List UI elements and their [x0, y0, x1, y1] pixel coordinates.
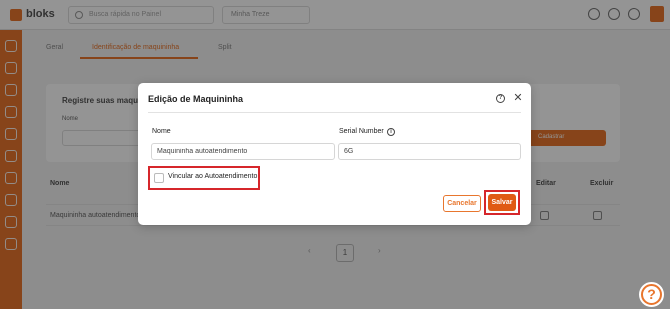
link-autoservice-highlight: Vincular ao Autoatendimento	[148, 166, 260, 190]
edit-machine-modal: Edição de Maquininha ? ✕ Nome Serial Num…	[138, 83, 531, 225]
modal-title: Edição de Maquininha	[148, 94, 244, 104]
link-autoservice-checkbox[interactable]	[154, 173, 164, 183]
link-autoservice-label[interactable]: Vincular ao Autoatendimento	[168, 173, 257, 180]
serial-input[interactable]	[338, 143, 521, 160]
serial-label: Serial Number	[339, 128, 384, 135]
help-fab[interactable]: ?	[639, 282, 664, 307]
modal-divider	[148, 112, 521, 113]
cancel-button[interactable]: Cancelar	[443, 195, 481, 212]
info-icon[interactable]: i	[387, 128, 395, 136]
close-icon[interactable]: ✕	[512, 92, 524, 104]
save-button[interactable]: Salvar	[488, 194, 516, 211]
name-input[interactable]	[151, 143, 335, 160]
question-icon: ?	[643, 286, 660, 303]
save-button-highlight: Salvar	[484, 190, 520, 215]
help-icon[interactable]: ?	[496, 94, 505, 103]
name-label: Nome	[152, 128, 171, 135]
